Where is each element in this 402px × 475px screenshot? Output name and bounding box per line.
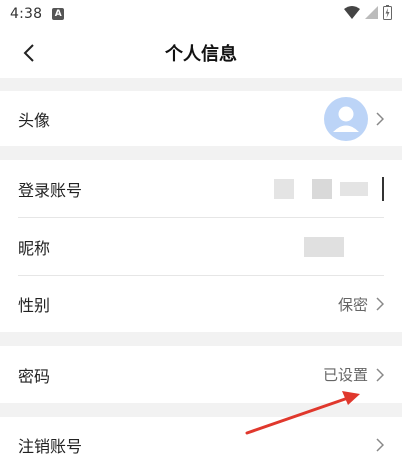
avatar-row[interactable]: 头像 xyxy=(0,91,402,146)
chevron-right-icon xyxy=(376,111,384,126)
avatar-card: 头像 xyxy=(0,91,402,146)
redacted-value xyxy=(304,236,344,257)
user-silhouette-icon xyxy=(333,106,359,132)
login-account-value xyxy=(274,176,384,201)
deactivate-card: 注销账号 xyxy=(0,417,402,475)
password-card: 密码 已设置 xyxy=(0,346,402,403)
chevron-right-icon xyxy=(376,367,384,382)
deactivate-account-row[interactable]: 注销账号 xyxy=(0,417,402,473)
battery-charging-icon xyxy=(383,4,392,24)
login-account-row[interactable]: 登录账号 xyxy=(0,160,402,217)
gender-right: 保密 xyxy=(338,294,384,315)
password-value: 已设置 xyxy=(322,366,368,384)
redacted-value xyxy=(274,178,294,199)
notification-icon: A xyxy=(52,8,65,20)
nickname-row[interactable]: 昵称 xyxy=(0,218,402,275)
chevron-right-icon xyxy=(376,438,384,452)
password-label: 密码 xyxy=(18,366,51,386)
signal-icon xyxy=(365,5,378,23)
redacted-value xyxy=(312,178,332,199)
status-bar: 4:38 A xyxy=(0,0,402,28)
chevron-right-icon xyxy=(376,297,384,311)
password-row[interactable]: 密码 已设置 xyxy=(0,346,402,403)
gender-value: 保密 xyxy=(337,295,368,314)
deactivate-account-label: 注销账号 xyxy=(18,437,83,456)
avatar-label: 头像 xyxy=(18,110,51,130)
wifi-icon xyxy=(344,5,360,23)
text-cursor xyxy=(382,176,384,201)
avatar xyxy=(324,96,368,141)
back-button[interactable] xyxy=(16,40,42,66)
nav-bar: 个人信息 xyxy=(0,28,402,78)
redacted-value xyxy=(340,181,368,196)
gender-row[interactable]: 性别 保密 xyxy=(0,276,402,332)
nickname-value xyxy=(304,236,384,257)
page-title: 个人信息 xyxy=(165,44,237,65)
avatar-right xyxy=(324,96,384,141)
password-right: 已设置 xyxy=(323,364,384,385)
chevron-left-icon xyxy=(23,44,34,62)
status-time: 4:38 xyxy=(10,6,43,22)
nickname-label: 昵称 xyxy=(18,238,51,258)
gender-label: 性别 xyxy=(18,296,51,315)
account-card: 登录账号 昵称 性别 保密 xyxy=(0,160,402,332)
login-account-label: 登录账号 xyxy=(18,180,83,200)
deactivate-right xyxy=(376,438,384,452)
status-icons xyxy=(344,4,392,24)
